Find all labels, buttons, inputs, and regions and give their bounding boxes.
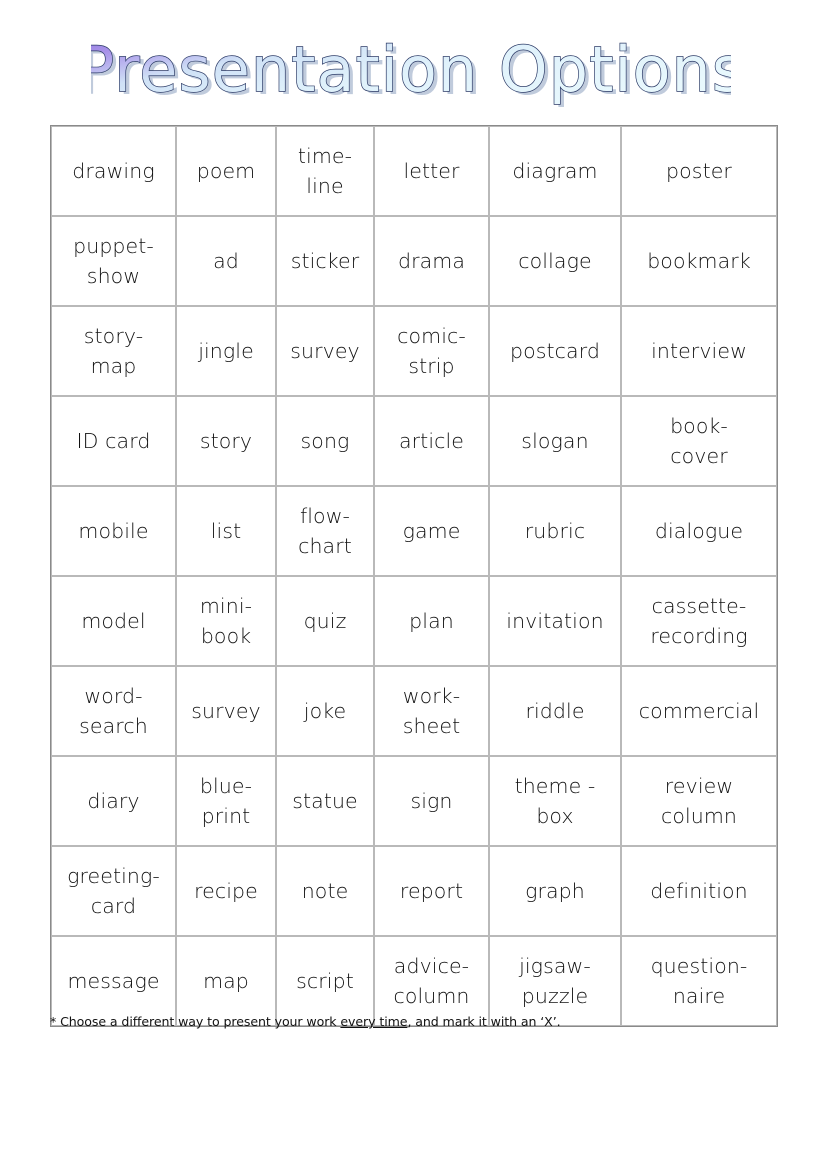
option-cell[interactable]: map [176,936,276,1026]
option-cell[interactable]: jigsaw-puzzle [489,936,621,1026]
option-cell[interactable]: time-line [276,126,374,216]
option-cell[interactable]: advice-column [374,936,489,1026]
option-cell[interactable]: letter [374,126,489,216]
option-cell[interactable]: ID card [51,396,176,486]
option-cell[interactable]: survey [276,306,374,396]
option-cell[interactable]: model [51,576,176,666]
option-cell[interactable]: ad [176,216,276,306]
table-row: mobile list flow-chart game rubric dialogue [51,486,777,576]
table-row: greeting-card recipe note report graph defini… [51,846,777,936]
footnote-prefix: * Choose a different way to present your… [50,1014,341,1029]
option-cell[interactable]: commercial [621,666,777,756]
option-cell[interactable]: collage [489,216,621,306]
option-cell[interactable]: graph [489,846,621,936]
option-cell[interactable]: drawing [51,126,176,216]
option-cell[interactable]: note [276,846,374,936]
option-cell[interactable]: diary [51,756,176,846]
option-cell[interactable]: article [374,396,489,486]
option-cell[interactable]: jingle [176,306,276,396]
option-cell[interactable]: game [374,486,489,576]
option-cell[interactable]: bookmark [621,216,777,306]
option-cell[interactable]: interview [621,306,777,396]
option-cell[interactable]: cassette-recording [621,576,777,666]
title-wordart: Presentation Options Presentation Option… [91,34,731,109]
option-cell[interactable]: recipe [176,846,276,936]
table-row: story-map jingle survey comic-strip postcard… [51,306,777,396]
option-cell[interactable]: theme - box [489,756,621,846]
table-row: ID card story song article slogan book-cover [51,396,777,486]
footnote-suffix: , and mark it with an ‘X’. [407,1014,561,1029]
table-row: model mini-book quiz plan invitation cassette… [51,576,777,666]
option-cell[interactable]: story [176,396,276,486]
page-title: Presentation Options Presentation Option… [0,34,821,114]
option-cell[interactable]: mini-book [176,576,276,666]
table-row: drawing poem time-line letter diagram poster [51,126,777,216]
option-cell[interactable]: poster [621,126,777,216]
option-cell[interactable]: dialogue [621,486,777,576]
option-cell[interactable]: question-naire [621,936,777,1026]
option-cell[interactable]: sticker [276,216,374,306]
option-cell[interactable]: song [276,396,374,486]
option-cell[interactable]: invitation [489,576,621,666]
option-cell[interactable]: book-cover [621,396,777,486]
options-grid-container: drawing poem time-line letter diagram poster p… [50,125,778,1027]
option-cell[interactable]: sign [374,756,489,846]
option-cell[interactable]: statue [276,756,374,846]
option-cell[interactable]: rubric [489,486,621,576]
option-cell[interactable]: script [276,936,374,1026]
option-cell[interactable]: story-map [51,306,176,396]
option-cell[interactable]: review column [621,756,777,846]
option-cell[interactable]: quiz [276,576,374,666]
table-row: message map script advice-column jigsaw-puzz… [51,936,777,1026]
option-cell[interactable]: diagram [489,126,621,216]
option-cell[interactable]: message [51,936,176,1026]
presentation-options-table: drawing poem time-line letter diagram poster p… [50,125,778,1027]
option-cell[interactable]: word-search [51,666,176,756]
option-cell[interactable]: comic-strip [374,306,489,396]
option-cell[interactable]: mobile [51,486,176,576]
option-cell[interactable]: survey [176,666,276,756]
option-cell[interactable]: riddle [489,666,621,756]
option-cell[interactable]: definition [621,846,777,936]
option-cell[interactable]: postcard [489,306,621,396]
option-cell[interactable]: puppet-show [51,216,176,306]
footnote-emphasis: every time [340,1014,408,1029]
option-cell[interactable]: blue-print [176,756,276,846]
worksheet-page: ESLprintables.com Presentation Options [0,0,821,1169]
option-cell[interactable]: drama [374,216,489,306]
option-cell[interactable]: flow-chart [276,486,374,576]
footnote: * Choose a different way to present your… [50,1014,776,1029]
option-cell[interactable]: list [176,486,276,576]
option-cell[interactable]: slogan [489,396,621,486]
option-cell[interactable]: report [374,846,489,936]
svg-text:Presentation Options: Presentation Options [91,34,731,106]
table-row: diary blue-print statue sign theme - box revie… [51,756,777,846]
table-row: puppet-show ad sticker drama collage bookmark [51,216,777,306]
table-row: word-search survey joke work-sheet riddle com… [51,666,777,756]
option-cell[interactable]: joke [276,666,374,756]
option-cell[interactable]: greeting-card [51,846,176,936]
option-cell[interactable]: work-sheet [374,666,489,756]
option-cell[interactable]: plan [374,576,489,666]
option-cell[interactable]: poem [176,126,276,216]
